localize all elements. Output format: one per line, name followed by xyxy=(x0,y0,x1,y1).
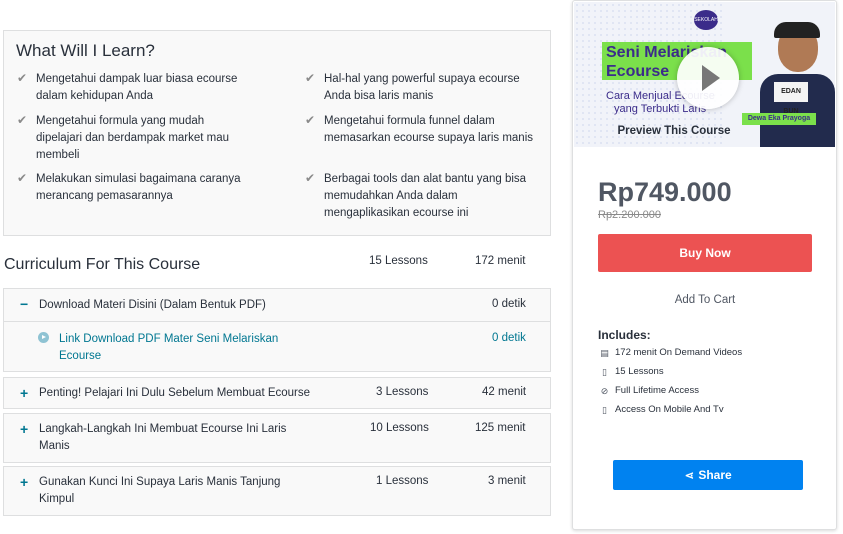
file-icon: ▯ xyxy=(602,367,607,377)
section-title: Langkah-Langkah Ini Membuat Ecourse Ini … xyxy=(39,423,287,452)
includes-title: Includes: xyxy=(598,328,651,342)
curriculum-section[interactable]: + Penting! Pelajari Ini Dulu Sebelum Mem… xyxy=(3,377,551,409)
mobile-icon: ▯ xyxy=(602,405,607,415)
section-lessons: 3 Lessons xyxy=(376,386,429,398)
section-duration: 125 menit xyxy=(475,422,526,434)
check-icon: ✔ xyxy=(17,113,28,127)
expand-icon[interactable]: + xyxy=(20,421,28,437)
check-icon: ✔ xyxy=(305,71,316,85)
learn-title: What Will I Learn? xyxy=(16,41,155,60)
lecture-link[interactable]: Link Download PDF Mater Seni Melariskan … xyxy=(59,331,299,365)
expand-icon[interactable]: + xyxy=(20,385,28,401)
preview-label[interactable]: Preview This Course xyxy=(574,125,774,137)
section-duration: 3 menit xyxy=(488,475,526,487)
curriculum-section[interactable]: + Langkah-Langkah Ini Membuat Ecourse In… xyxy=(3,413,551,463)
original-price: Rp2.200.000 xyxy=(598,209,661,221)
share-icon: ⋖ xyxy=(684,470,694,482)
learn-box: What Will I Learn? ✔ Mengetahui dampak l… xyxy=(3,30,551,236)
expand-icon[interactable]: + xyxy=(20,474,28,490)
purchase-card: SEKOLAH Seni Melariskan Ecourse Cara Men… xyxy=(572,0,837,530)
section-title: Penting! Pelajari Ini Dulu Sebelum Membu… xyxy=(39,387,311,399)
share-button[interactable]: ⋖ Share xyxy=(613,460,803,490)
check-icon: ✔ xyxy=(17,171,28,185)
presenter-name: Dewa Eka Prayoga xyxy=(742,113,816,125)
add-to-cart-link[interactable]: Add To Cart xyxy=(598,294,812,306)
section-lessons: 1 Lessons xyxy=(376,475,429,487)
section-title: Gunakan Kunci Ini Supaya Laris Manis Tan… xyxy=(39,476,281,505)
course-preview[interactable]: SEKOLAH Seni Melariskan Ecourse Cara Men… xyxy=(574,2,835,147)
curriculum-section[interactable]: + Gunakan Kunci Ini Supaya Laris Manis T… xyxy=(3,466,551,516)
curriculum-time: 172 menit xyxy=(475,255,526,267)
curriculum-section[interactable]: − Download Materi Disini (Dalam Bentuk P… xyxy=(3,288,551,322)
check-icon: ✔ xyxy=(305,113,316,127)
section-duration: 0 detik xyxy=(492,298,526,310)
lecture-row[interactable]: Link Download PDF Mater Seni Melariskan … xyxy=(3,322,551,372)
play-circle-icon xyxy=(38,332,49,343)
preview-title: Ecourse xyxy=(606,63,670,80)
lecture-duration: 0 detik xyxy=(492,332,526,344)
play-icon[interactable] xyxy=(677,47,739,109)
video-file-icon: ▤ xyxy=(600,348,609,358)
lifetime-icon: ⊘ xyxy=(600,386,609,396)
preview-logo: SEKOLAH xyxy=(694,10,718,30)
collapse-icon[interactable]: − xyxy=(20,296,28,312)
section-lessons: 10 Lessons xyxy=(370,422,429,434)
share-label: Share xyxy=(698,468,732,482)
section-title: Download Materi Disini (Dalam Bentuk PDF… xyxy=(39,299,266,311)
check-icon: ✔ xyxy=(305,171,316,185)
curriculum-title: Curriculum For This Course xyxy=(4,256,201,273)
buy-now-button[interactable]: Buy Now xyxy=(598,234,812,272)
check-icon: ✔ xyxy=(17,71,28,85)
curriculum-lessons: 15 Lessons xyxy=(369,255,428,267)
current-price: Rp749.000 xyxy=(598,177,732,207)
section-duration: 42 menit xyxy=(482,386,527,398)
